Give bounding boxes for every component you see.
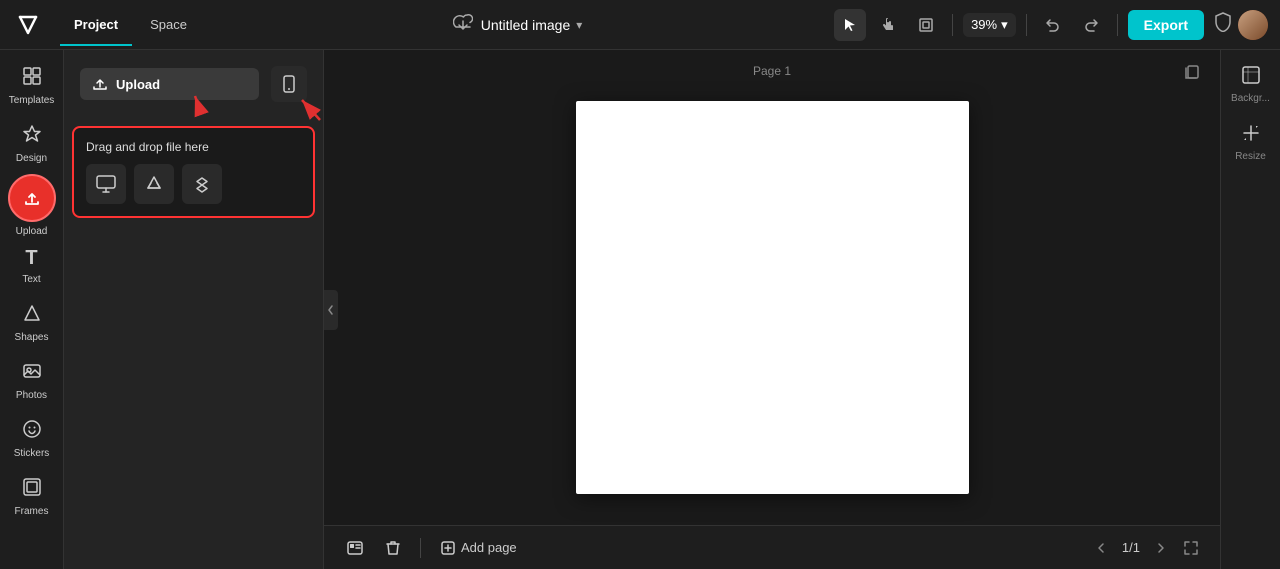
sidebar-item-stickers[interactable]: Stickers: [4, 411, 60, 467]
google-drive-source-btn[interactable]: [134, 164, 174, 204]
divider-3: [1117, 14, 1118, 36]
panel-top-row: Upload: [64, 50, 323, 118]
source-icons-row: [86, 164, 301, 204]
drag-drop-area: Drag and drop file here: [72, 126, 315, 218]
resize-label: Resize: [1235, 151, 1266, 162]
main-area: Templates Design Upload T Text: [0, 50, 1280, 569]
topbar-tools: 39% ▾ Export: [834, 9, 1268, 41]
avatar-image: [1238, 10, 1268, 40]
upload-label: Upload: [16, 226, 48, 237]
drag-drop-label: Drag and drop file here: [86, 140, 301, 154]
topbar-center: Untitled image ▾: [453, 13, 583, 36]
redo-btn[interactable]: [1075, 9, 1107, 41]
templates-label: Templates: [9, 95, 55, 106]
topbar-tabs: Project Space: [60, 11, 201, 38]
page-duplicate-icon[interactable]: [1184, 64, 1200, 83]
upload-circle-btn[interactable]: [8, 174, 56, 222]
canvas-bottom-left: Add page: [340, 533, 525, 563]
frames-label: Frames: [15, 506, 49, 517]
upload-btn-label: Upload: [116, 77, 160, 92]
title-area[interactable]: Untitled image ▾: [481, 17, 583, 33]
hand-tool-btn[interactable]: [872, 9, 904, 41]
background-label: Backgr...: [1231, 93, 1270, 104]
avatar[interactable]: [1238, 10, 1268, 40]
dropbox-source-btn[interactable]: [182, 164, 222, 204]
photos-label: Photos: [16, 390, 47, 401]
photos-icon: [22, 361, 42, 386]
undo-btn[interactable]: [1037, 9, 1069, 41]
frames-icon: [22, 477, 42, 502]
design-icon: [22, 124, 42, 149]
topbar-left: Project Space: [12, 9, 201, 41]
phone-source-btn[interactable]: [271, 66, 307, 102]
canvas-bottom-bar: Add page 1/1: [324, 525, 1220, 569]
background-icon: [1242, 66, 1260, 89]
sidebar-item-text[interactable]: T Text: [4, 239, 60, 293]
upload-panel-button[interactable]: Upload: [80, 68, 259, 100]
canvas-page: [576, 101, 969, 494]
sidebar-item-shapes[interactable]: Shapes: [4, 295, 60, 351]
canvas-bottom-right: 1/1: [1088, 535, 1204, 561]
templates-icon: [22, 66, 42, 91]
icon-sidebar: Templates Design Upload T Text: [0, 50, 64, 569]
resize-icon: [1242, 124, 1260, 147]
page-thumbnail-btn[interactable]: [340, 533, 370, 563]
divider-2: [1026, 14, 1027, 36]
page-counter: 1/1: [1118, 540, 1144, 555]
cloud-save-icon: [453, 13, 473, 36]
add-page-label: Add page: [461, 540, 517, 555]
fit-screen-btn[interactable]: [1178, 535, 1204, 561]
title-chevron-icon: ▾: [576, 18, 582, 32]
sidebar-item-frames[interactable]: Frames: [4, 469, 60, 525]
right-sidebar: Backgr... Resize: [1220, 50, 1280, 569]
delete-page-btn[interactable]: [378, 533, 408, 563]
sidebar-item-design[interactable]: Design: [4, 116, 60, 172]
canvas-scroll: Page 1: [324, 50, 1220, 525]
tab-project[interactable]: Project: [60, 11, 132, 38]
add-page-btn[interactable]: Add page: [433, 536, 525, 559]
logo-icon[interactable]: [12, 9, 44, 41]
document-title: Untitled image: [481, 17, 571, 33]
design-label: Design: [16, 153, 47, 164]
shield-icon[interactable]: [1214, 12, 1232, 37]
stickers-icon: [22, 419, 42, 444]
sidebar-item-templates[interactable]: Templates: [4, 58, 60, 114]
zoom-control[interactable]: 39% ▾: [963, 13, 1016, 37]
divider-bottom: [416, 533, 425, 563]
zoom-chevron-icon: ▾: [1001, 17, 1008, 33]
export-button[interactable]: Export: [1128, 10, 1204, 40]
page-label: Page 1: [753, 64, 791, 78]
canvas-area: Page 1: [324, 50, 1220, 569]
prev-page-btn[interactable]: [1088, 535, 1114, 561]
sidebar-item-photos[interactable]: Photos: [4, 353, 60, 409]
upload-panel: Upload Drag and drop file here: [64, 50, 324, 569]
topbar: Project Space Untitled image ▾: [0, 0, 1280, 50]
text-icon: T: [25, 247, 37, 270]
right-tool-background[interactable]: Backgr...: [1225, 58, 1277, 112]
right-tool-resize[interactable]: Resize: [1225, 116, 1277, 170]
zoom-value: 39%: [971, 17, 997, 32]
select-tool-btn[interactable]: [834, 9, 866, 41]
stickers-label: Stickers: [14, 448, 50, 459]
tab-space[interactable]: Space: [136, 11, 201, 38]
frame-tool-btn[interactable]: [910, 9, 942, 41]
divider-1: [952, 14, 953, 36]
next-page-btn[interactable]: [1148, 535, 1174, 561]
sidebar-item-upload[interactable]: Upload: [8, 174, 56, 237]
shapes-label: Shapes: [15, 332, 49, 343]
computer-source-btn[interactable]: [86, 164, 126, 204]
shapes-icon: [22, 303, 42, 328]
text-label: Text: [22, 274, 40, 285]
